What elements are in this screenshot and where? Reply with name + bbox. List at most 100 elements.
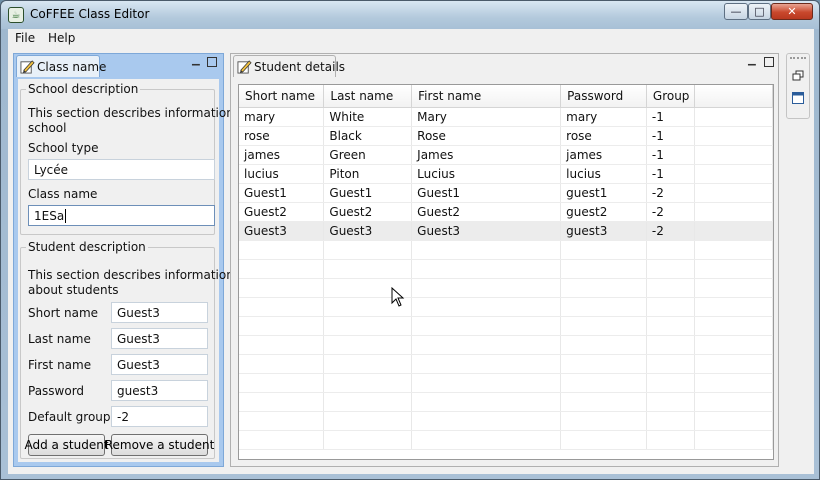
default-group-field[interactable]: -2 [111,406,208,427]
view-minimize-icon[interactable]: ▁ [192,56,202,67]
cell-filler [694,107,773,127]
cell-password[interactable]: james [560,145,647,165]
cell-short-name[interactable]: james [239,145,325,165]
empty-table-row [239,354,773,374]
cell-last-name[interactable]: Green [323,145,413,165]
first-name-field[interactable]: Guest3 [111,354,208,375]
empty-cell [239,316,325,336]
window-icon[interactable] [792,92,804,104]
cell-first-name[interactable]: Guest1 [411,183,562,203]
cell-password[interactable]: rose [560,126,647,146]
short-name-field[interactable]: Guest3 [111,302,208,323]
cell-filler [694,164,773,184]
empty-cell [239,411,325,431]
cell-last-name[interactable]: Guest1 [323,183,413,203]
empty-cell [323,392,413,412]
cell-group[interactable]: -2 [646,221,695,241]
cell-password[interactable]: guest1 [560,183,647,203]
cell-last-name[interactable]: White [323,107,413,127]
menu-file[interactable]: File [15,31,35,45]
empty-table-row [239,316,773,336]
tab-class-name[interactable]: Class name [16,55,106,77]
student-details-view: Student details ▁ Short name Last name F… [230,53,779,467]
table-row[interactable]: james Green James james -1 [239,145,773,165]
cell-group[interactable]: -1 [646,164,695,184]
empty-table-row [239,240,773,260]
cell-password[interactable]: lucius [560,164,647,184]
cell-first-name[interactable]: Lucius [411,164,562,184]
default-group-label: Default group [28,410,111,424]
cell-password[interactable]: guest3 [560,221,647,241]
cell-password[interactable]: guest2 [560,202,647,222]
empty-cell [239,430,325,450]
cell-first-name[interactable]: Rose [411,126,562,146]
cell-first-name[interactable]: Guest3 [411,221,562,241]
column-header-filler [694,85,773,108]
minimize-button[interactable]: — [724,3,748,20]
cell-short-name[interactable]: rose [239,126,325,146]
column-header-last-name[interactable]: Last name [323,85,413,108]
restore-icon[interactable] [792,70,804,82]
table-row[interactable]: Guest3 Guest3 Guest3 guest3 -2 [239,221,773,241]
cell-group[interactable]: -1 [646,126,695,146]
cell-short-name[interactable]: Guest3 [239,221,325,241]
empty-cell [694,240,773,260]
last-name-field[interactable]: Guest3 [111,328,208,349]
maximize-button[interactable]: □ [748,3,771,20]
cell-last-name[interactable]: Piton [323,164,413,184]
add-student-button[interactable]: Add a student [24,434,109,456]
cell-short-name[interactable]: mary [239,107,325,127]
password-field[interactable]: guest3 [111,380,208,401]
cell-short-name[interactable]: lucius [239,164,325,184]
table-row[interactable]: lucius Piton Lucius lucius -1 [239,164,773,184]
column-header-group[interactable]: Group [646,85,695,108]
table-row[interactable]: Guest1 Guest1 Guest1 guest1 -2 [239,183,773,203]
empty-table-row [239,392,773,412]
class-name-value: 1ESa [34,209,65,223]
cell-last-name[interactable]: Black [323,126,413,146]
column-header-password[interactable]: Password [560,85,647,108]
empty-cell [411,240,562,260]
menu-help[interactable]: Help [48,31,75,45]
tab-student-details[interactable]: Student details [233,55,345,77]
tab-student-details-label: Student details [254,60,346,74]
empty-cell [411,297,562,317]
empty-cell [323,259,413,279]
column-header-first-name[interactable]: First name [411,85,562,108]
cell-last-name[interactable]: Guest2 [323,202,413,222]
trim-handle[interactable] [790,57,806,59]
empty-cell [239,373,325,393]
cell-short-name[interactable]: Guest2 [239,202,325,222]
student-description-group: Student description This section describ… [20,240,234,459]
view-maximize-icon[interactable] [207,57,217,67]
class-name-field[interactable]: 1ESa [28,205,215,226]
empty-table-row [239,335,773,355]
cell-group[interactable]: -1 [646,107,695,127]
column-header-short-name[interactable]: Short name [239,85,325,108]
table-row[interactable]: Guest2 Guest2 Guest2 guest2 -2 [239,202,773,222]
cell-group[interactable]: -2 [646,202,695,222]
cell-last-name[interactable]: Guest3 [323,221,413,241]
text-caret [65,209,67,223]
empty-table-row [239,411,773,431]
school-type-field[interactable]: Lycée [28,159,215,180]
title-bar[interactable]: ☕ CoFFEE Class Editor — □ ✕ [1,1,819,29]
empty-cell [646,392,695,412]
close-button[interactable]: ✕ [771,3,813,20]
cell-password[interactable]: mary [560,107,647,127]
table-row[interactable]: mary White Mary mary -1 [239,107,773,127]
cell-first-name[interactable]: Guest2 [411,202,562,222]
cell-group[interactable]: -1 [646,145,695,165]
mouse-pointer-icon [391,287,405,307]
table-row[interactable]: rose Black Rose rose -1 [239,126,773,146]
empty-cell [646,373,695,393]
view-maximize-icon[interactable] [764,57,774,67]
view-minimize-icon[interactable]: ▁ [748,56,758,67]
cell-first-name[interactable]: James [411,145,562,165]
remove-student-button[interactable]: Remove a student [105,434,214,456]
empty-cell [411,392,562,412]
cell-short-name[interactable]: Guest1 [239,183,325,203]
empty-cell [560,259,647,279]
cell-group[interactable]: -2 [646,183,695,203]
cell-first-name[interactable]: Mary [411,107,562,127]
